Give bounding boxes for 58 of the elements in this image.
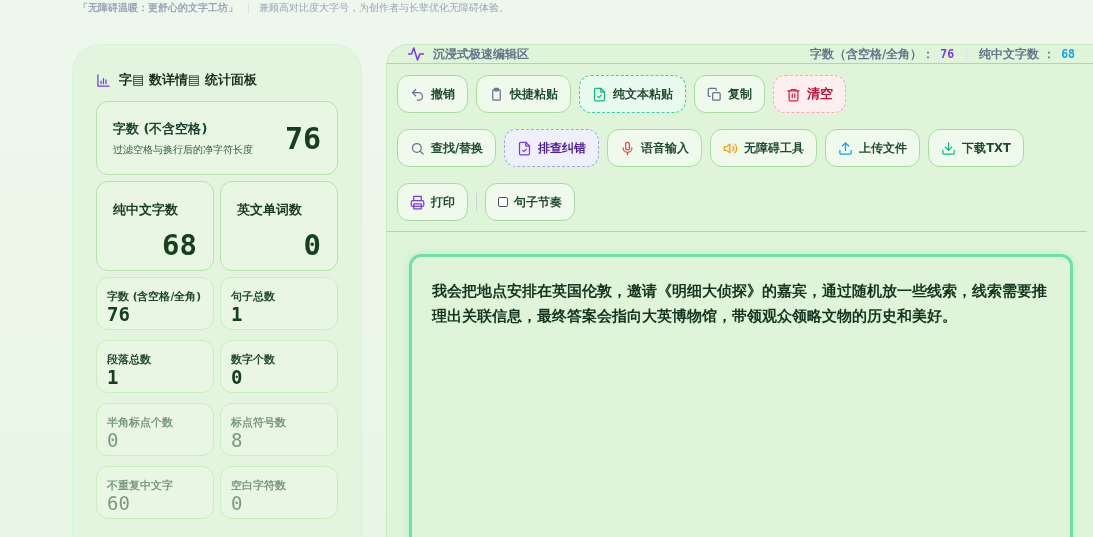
toolbar-button[interactable]: 复制: [694, 75, 765, 113]
stat-label: 半角标点个数: [107, 417, 174, 429]
stat-value: 0: [231, 492, 244, 514]
stat-label: 纯中文字数: [113, 202, 179, 219]
counter-value: 76: [940, 46, 955, 62]
counter-value: 68: [1061, 46, 1075, 62]
toolbar-button[interactable]: 上传文件: [825, 129, 921, 167]
panel-title: 字▤ 数详情▤ 统计面板: [119, 71, 257, 89]
toolbar-button[interactable]: 语音输入: [607, 129, 703, 167]
upload-icon: [838, 140, 854, 156]
stat-value: 0: [231, 366, 244, 388]
checkbox-toggle[interactable]: 句子节奏: [485, 183, 575, 221]
download-icon: [941, 140, 957, 156]
toolbar-button[interactable]: 快捷粘贴: [476, 75, 571, 113]
stat-label: 英文单词数: [237, 202, 303, 219]
copy-icon: [707, 86, 722, 102]
toolbar-button[interactable]: 纯文本粘贴: [579, 75, 686, 113]
toolbar-button[interactable]: 撤销: [397, 75, 468, 113]
stat-label: 字数 (含空格/全角): [107, 291, 203, 303]
counter-label: 纯中文字数 ：: [979, 46, 1056, 62]
toolbar-button[interactable]: 查找/替换: [397, 129, 497, 167]
file-check-icon: [592, 86, 607, 102]
tagline-text: 兼顾高对比度大字号，为创作者与长辈优化无障碍体验。: [259, 1, 509, 15]
stat-value: 8: [231, 429, 244, 451]
stat-label: 段落总数: [107, 354, 152, 366]
undo-icon: [410, 86, 425, 102]
search-icon: [410, 140, 425, 156]
counter-label: 字数（含空格/全角）：: [810, 46, 935, 62]
stat-label: 不重复中文字: [107, 480, 174, 492]
stat-value: 0: [107, 429, 120, 451]
stat-label: 空白字符数: [231, 480, 287, 492]
printer-icon: [410, 194, 425, 210]
toolbar-button[interactable]: 下载TXT: [928, 129, 1024, 167]
stat-note: 过滤空格与换行后的净字符长度: [113, 143, 253, 157]
toolbar-button[interactable]: 无障碍工具: [710, 129, 818, 167]
stat-value: 1: [231, 303, 244, 325]
stat-label: 句子总数: [231, 291, 276, 303]
stat-value: 0: [302, 228, 321, 262]
stat-value: 68: [161, 228, 197, 262]
toolbar-button[interactable]: 排查纠错: [504, 129, 600, 167]
pulse-icon: [407, 45, 425, 63]
toolbar-button[interactable]: 打印: [397, 183, 468, 221]
stat-label: 字数 (不含空格): [113, 119, 209, 138]
file-check-icon: [517, 140, 533, 156]
text-editor[interactable]: 我会把地点安排在英国伦敦，邀请《明细大侦探》的嘉宾，通过随机放一些线索，线索需要推理出关联信息，最终答案会指向大英博物馆，带领观众领略文物的历史和美好。: [409, 254, 1073, 537]
stat-label: 标点符号数: [231, 417, 287, 429]
stat-value: 60: [107, 492, 131, 514]
editor-title: 沉浸式极速编辑区: [433, 45, 529, 63]
stat-value: 1: [107, 366, 120, 388]
bar-chart-icon: [96, 72, 111, 88]
stat-value: 76: [284, 120, 321, 156]
trash-icon: [786, 86, 801, 102]
stat-label: 数字个数: [231, 354, 276, 366]
toolbar-button[interactable]: 清空: [773, 75, 846, 113]
clipboard-icon: [489, 86, 504, 102]
checkbox[interactable]: [498, 197, 508, 207]
stat-value: 76: [107, 303, 131, 325]
tagline-title: 「无障碍温暖：更舒心的文字工坊」: [78, 1, 238, 15]
